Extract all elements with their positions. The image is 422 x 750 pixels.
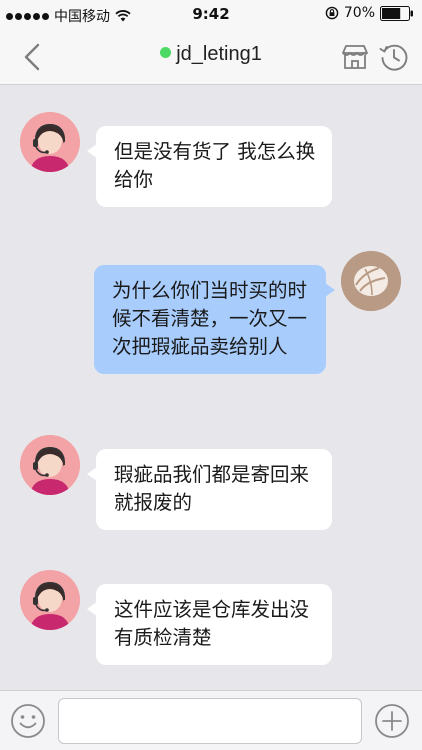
online-status-dot	[160, 47, 172, 58]
message-input[interactable]	[58, 698, 362, 744]
history-clock-icon[interactable]	[378, 41, 410, 73]
plus-icon[interactable]	[374, 703, 410, 739]
status-right: 70%	[325, 5, 414, 21]
nav-bar: jd_leting1	[0, 29, 422, 85]
contact-name: jd_leting1	[176, 43, 262, 65]
message-bubble-agent[interactable]: 这件应该是仓库发出没有质检清楚	[87, 584, 332, 665]
status-bar: 中国移动 9:42 70%	[0, 0, 422, 29]
battery-icon	[380, 5, 413, 21]
agent-avatar-icon	[20, 570, 80, 630]
battery-percent: 70%	[343, 5, 375, 21]
agent-avatar[interactable]	[20, 570, 80, 630]
agent-avatar-icon	[20, 112, 80, 172]
message-bubble-agent[interactable]: 瑕疵品我们都是寄回来就报废的	[87, 449, 332, 530]
store-icon[interactable]	[340, 42, 370, 72]
agent-avatar[interactable]	[20, 112, 80, 172]
message-bubble-user[interactable]: 为什么你们当时买的时候不看清楚，一次又一次把瑕疵品卖给别人	[94, 265, 335, 374]
message-list[interactable]: 但是没有货了 我怎么换给你 为什么你们当时买的时候不看清楚，一次又一次把瑕疵品卖…	[0, 86, 422, 689]
emoji-icon[interactable]	[10, 703, 46, 739]
message-bubble-agent[interactable]: 但是没有货了 我怎么换给你	[87, 126, 332, 207]
lock-rotation-icon	[325, 6, 339, 20]
user-avatar[interactable]	[341, 251, 401, 311]
agent-avatar[interactable]	[20, 435, 80, 495]
agent-avatar-icon	[20, 435, 80, 495]
user-avatar-icon	[341, 251, 401, 311]
input-bar	[0, 690, 422, 750]
